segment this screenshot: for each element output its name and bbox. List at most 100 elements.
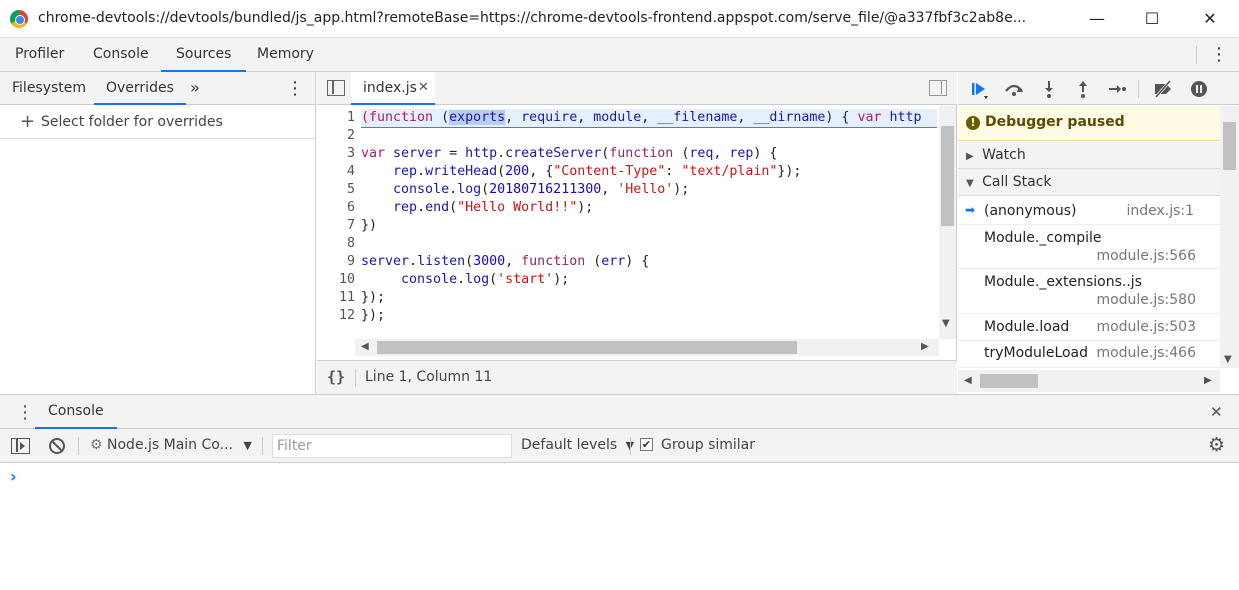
scroll-right-icon[interactable]: ▶ (921, 341, 929, 352)
file-tab-index-js[interactable]: index.js ✕ (351, 72, 435, 105)
call-stack-section-header[interactable]: ▼ Call Stack (958, 169, 1220, 196)
more-tabs-icon[interactable]: » (190, 78, 200, 97)
line-number[interactable]: 11 (317, 289, 355, 307)
editor-tabs: index.js ✕ (317, 72, 957, 105)
resume-icon[interactable] (966, 78, 992, 100)
clear-console-icon[interactable] (49, 438, 65, 454)
line-number[interactable]: 10 (317, 271, 355, 289)
toolbar-divider (630, 437, 631, 455)
console-toolbar: ⚙ Node.js Main Co... ▼ Filter Default le… (0, 429, 1239, 463)
frame-name: Module._extensions..js (984, 274, 1142, 290)
toolbar-divider (1196, 46, 1197, 64)
group-similar-checkbox[interactable]: ✔ (640, 438, 653, 451)
close-window-button[interactable]: ✕ (1195, 6, 1225, 32)
scroll-right-icon[interactable]: ▶ (1204, 375, 1212, 386)
step-over-icon[interactable] (1001, 78, 1027, 100)
scroll-left-icon[interactable]: ◀ (361, 341, 369, 352)
minimize-button[interactable]: — (1082, 6, 1112, 32)
line-number[interactable]: 7 (317, 217, 355, 235)
call-frame[interactable]: Module._extensions..js module.js:580 (958, 269, 1220, 314)
line-number[interactable]: 12 (317, 307, 355, 325)
frame-name: Module._compile (984, 230, 1102, 246)
sidebar-vertical-scrollbar[interactable]: ▼ (1220, 106, 1239, 368)
tab-filesystem[interactable]: Filesystem (0, 72, 98, 105)
scroll-left-icon[interactable]: ◀ (964, 375, 972, 386)
frame-location[interactable]: index.js:1 (1126, 203, 1194, 219)
group-similar-label: Group similar (661, 437, 756, 453)
scroll-down-icon[interactable]: ▼ (1224, 354, 1232, 365)
pause-info-icon: ! (966, 116, 980, 130)
file-tab-label: index.js (363, 80, 417, 96)
main-panel-tabs: Profiler Console Sources Memory ⋮ (0, 38, 1239, 72)
toolbar-divider (262, 437, 263, 455)
tab-memory[interactable]: Memory (242, 38, 329, 72)
navigator-menu-icon[interactable]: ⋮ (286, 78, 304, 99)
call-frame[interactable]: Module.load module.js:503 (958, 314, 1220, 341)
line-number[interactable]: 9 (317, 253, 355, 271)
step-out-icon[interactable] (1070, 78, 1096, 100)
toggle-debugger-icon[interactable] (929, 80, 947, 96)
watch-section-header[interactable]: ▶ Watch (958, 142, 1220, 169)
watch-label: Watch (982, 147, 1026, 163)
maximize-button[interactable]: ☐ (1137, 6, 1167, 32)
step-into-icon[interactable] (1036, 78, 1062, 100)
call-frame[interactable]: tryModuleLoad module.js:466 (958, 341, 1220, 368)
scroll-thumb[interactable] (980, 374, 1038, 388)
scroll-down-icon[interactable]: ▼ (942, 318, 950, 329)
deactivate-breakpoints-icon[interactable] (1150, 78, 1176, 100)
line-number[interactable]: 4 (317, 163, 355, 181)
expand-arrow-icon: ▶ (966, 151, 974, 162)
console-prompt-icon: › (10, 467, 17, 486)
navigator-pane: Filesystem Overrides » ⋮ + Select folder… (0, 72, 316, 394)
line-number[interactable]: 1 (317, 109, 355, 127)
filter-input[interactable]: Filter (272, 434, 512, 458)
scroll-thumb[interactable] (941, 126, 954, 226)
tab-overrides[interactable]: Overrides (94, 72, 186, 105)
frame-location[interactable]: module.js:580 (1096, 292, 1196, 308)
devtools-menu-icon[interactable]: ⋮ (1210, 44, 1228, 65)
call-frame[interactable]: Module._compile module.js:566 (958, 225, 1220, 269)
line-number[interactable]: 2 (317, 127, 355, 145)
line-number[interactable]: 8 (317, 235, 355, 253)
drawer-tab-console[interactable]: Console (35, 395, 117, 429)
navigator-tabs: Filesystem Overrides » ⋮ (0, 72, 315, 105)
debugger-sidebar: ! Debugger paused ▶ Watch ▼ Call Stack ➡… (958, 72, 1239, 394)
sidebar-horizontal-scrollbar[interactable]: ◀ ▶ (958, 370, 1220, 392)
code-line-10: console.log('start'); (401, 272, 570, 287)
call-frame[interactable]: ➡ (anonymous) index.js:1 (958, 197, 1220, 225)
select-folder-row[interactable]: + Select folder for overrides (0, 106, 315, 139)
line-number[interactable]: 6 (317, 199, 355, 217)
code-area[interactable]: (function (exports, require, module, __f… (361, 109, 937, 325)
show-sidebar-icon[interactable] (11, 438, 30, 454)
tab-profiler[interactable]: Profiler (0, 38, 79, 72)
log-levels-dropdown[interactable]: Default levels ▼ (521, 437, 634, 453)
scroll-thumb[interactable] (1223, 122, 1236, 170)
toolbar-divider (1138, 80, 1139, 98)
frame-location[interactable]: module.js:466 (1096, 345, 1196, 361)
step-icon[interactable] (1104, 78, 1130, 100)
frame-location[interactable]: module.js:566 (1096, 248, 1196, 264)
editor-horizontal-scrollbar[interactable]: ◀ ▶ (355, 339, 939, 356)
toggle-navigator-icon[interactable] (327, 80, 345, 96)
context-selector[interactable]: ⚙ Node.js Main Co... ▼ (90, 437, 252, 453)
dropdown-arrow-icon: ▼ (243, 439, 252, 452)
tab-sources[interactable]: Sources (161, 38, 247, 72)
frame-name: Module.load (984, 319, 1070, 335)
tab-console[interactable]: Console (78, 38, 164, 72)
line-number[interactable]: 5 (317, 181, 355, 199)
drawer-menu-icon[interactable]: ⋮ (16, 402, 34, 423)
close-drawer-icon[interactable]: ✕ (1210, 403, 1223, 421)
frame-location[interactable]: module.js:503 (1096, 319, 1196, 335)
editor-vertical-scrollbar[interactable]: ▼ (939, 106, 956, 339)
line-number[interactable]: 3 (317, 145, 355, 163)
console-output[interactable]: › (0, 463, 1239, 590)
close-tab-icon[interactable]: ✕ (418, 80, 429, 95)
editor-pane: index.js ✕ 1 2 3 4 5 6 7 8 9 10 11 12 (f… (317, 72, 957, 394)
scroll-thumb[interactable] (377, 341, 797, 354)
console-settings-gear-icon[interactable]: ⚙ (1208, 434, 1225, 456)
collapse-arrow-icon: ▼ (966, 178, 974, 189)
pretty-print-icon[interactable]: {} (327, 368, 345, 386)
pause-on-exceptions-icon[interactable] (1186, 78, 1212, 100)
frame-name: (anonymous) (984, 203, 1077, 219)
